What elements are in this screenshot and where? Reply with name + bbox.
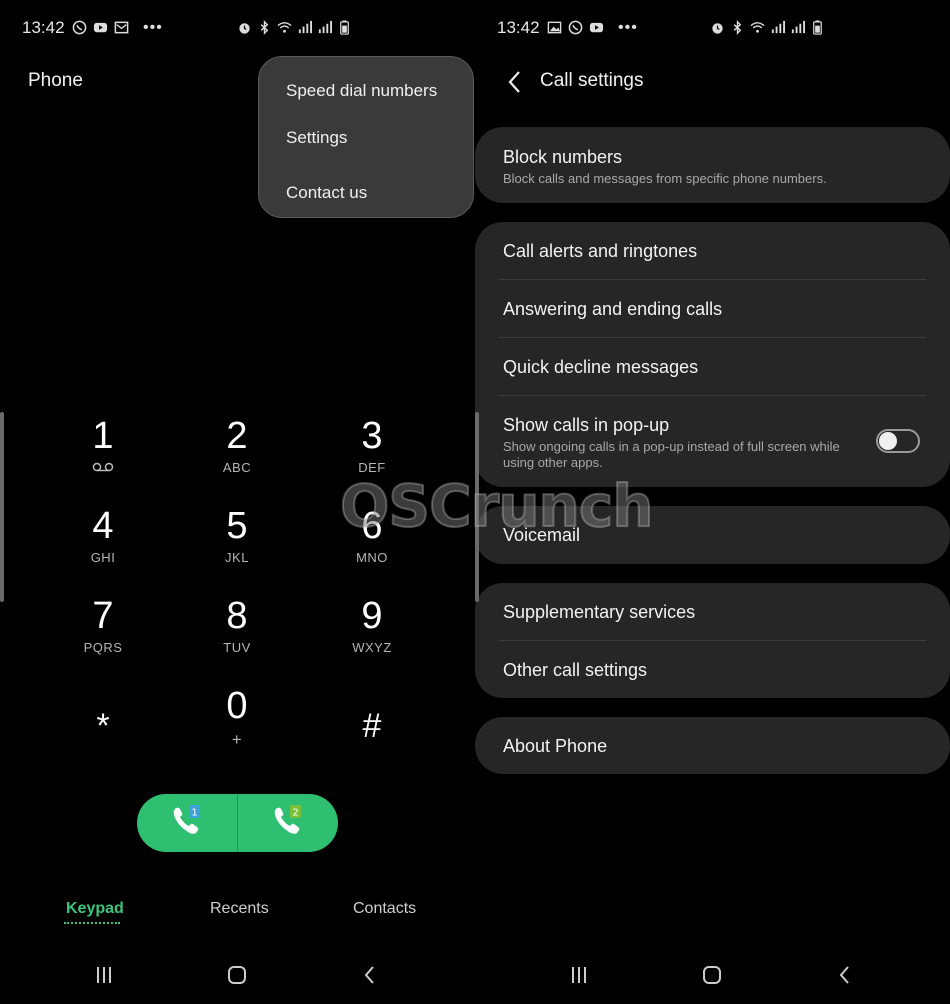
setting-about-phone[interactable]: About Phone — [475, 717, 950, 757]
status-time: 13:42 — [22, 18, 65, 37]
wifi-icon — [277, 20, 292, 35]
key-5[interactable]: 5 JKL — [170, 506, 304, 596]
svg-text:1: 1 — [191, 807, 197, 818]
tab-contacts[interactable]: Contacts — [353, 900, 416, 918]
menu-item-contact-us[interactable]: Contact us — [259, 166, 473, 221]
key-7[interactable]: 7 PQRS — [36, 596, 170, 686]
signal-sim2-icon — [790, 20, 805, 35]
back-arrow-icon[interactable] — [503, 68, 527, 96]
more-notifications-icon: ••• — [618, 19, 638, 36]
phone-sim1-icon: 1 — [167, 801, 207, 846]
home-icon[interactable] — [222, 960, 252, 990]
svg-text:2: 2 — [292, 807, 298, 818]
more-notifications-icon: ••• — [143, 19, 163, 36]
alarm-icon — [237, 20, 252, 35]
recent-apps-icon[interactable] — [564, 960, 594, 990]
bottom-tab-bar: Keypad Recents Contacts — [0, 900, 475, 930]
toggle-knob — [879, 432, 897, 450]
settings-group-about: About Phone — [475, 717, 950, 774]
key-4[interactable]: 4 GHI — [36, 506, 170, 596]
overflow-menu: Speed dial numbers Settings Contact us — [258, 56, 474, 218]
home-icon[interactable] — [697, 960, 727, 990]
key-8[interactable]: 8 TUV — [170, 596, 304, 686]
system-nav-bar — [0, 960, 475, 990]
setting-block-numbers[interactable]: Block numbers Block calls and messages f… — [475, 127, 950, 187]
call-button-group: 1 2 — [137, 794, 338, 852]
settings-group-block: Block numbers Block calls and messages f… — [475, 127, 950, 203]
signal-sim1-icon — [297, 20, 312, 35]
whatsapp-icon — [568, 20, 583, 35]
page-title: Call settings — [540, 70, 644, 91]
key-1[interactable]: 1 — [36, 416, 170, 506]
voicemail-icon — [92, 460, 114, 478]
bluetooth-icon — [730, 20, 745, 35]
battery-icon — [337, 20, 352, 35]
setting-call-alerts[interactable]: Call alerts and ringtones — [475, 222, 950, 280]
call-sim1-button[interactable]: 1 — [137, 794, 237, 852]
mail-icon — [114, 20, 129, 35]
tab-keypad[interactable]: Keypad — [66, 900, 124, 918]
active-tab-indicator — [64, 922, 120, 924]
settings-group-services: Supplementary services Other call settin… — [475, 583, 950, 698]
setting-other-call[interactable]: Other call settings — [475, 641, 950, 698]
status-time: 13:42 — [497, 18, 540, 37]
system-nav-bar — [475, 960, 950, 990]
key-hash[interactable]: # — [305, 686, 439, 776]
setting-answering-ending[interactable]: Answering and ending calls — [475, 280, 950, 338]
key-0[interactable]: 0 + — [170, 686, 304, 776]
signal-sim1-icon — [770, 20, 785, 35]
recent-apps-icon[interactable] — [89, 960, 119, 990]
bluetooth-icon — [257, 20, 272, 35]
menu-item-speed-dial[interactable]: Speed dial numbers — [259, 71, 473, 111]
alarm-icon — [710, 20, 725, 35]
whatsapp-icon — [72, 20, 87, 35]
menu-item-settings[interactable]: Settings — [259, 111, 473, 166]
wifi-icon — [750, 20, 765, 35]
popup-calls-toggle[interactable] — [876, 429, 920, 453]
youtube-icon — [93, 20, 108, 35]
key-2[interactable]: 2 ABC — [170, 416, 304, 506]
battery-icon — [810, 20, 825, 35]
edge-panel-handle[interactable] — [0, 412, 4, 602]
phone-sim2-icon: 2 — [268, 801, 308, 846]
tab-recents[interactable]: Recents — [210, 900, 269, 918]
key-9[interactable]: 9 WXYZ — [305, 596, 439, 686]
back-icon[interactable] — [830, 960, 860, 990]
youtube-icon — [589, 20, 604, 35]
setting-quick-decline[interactable]: Quick decline messages — [475, 338, 950, 396]
gallery-icon — [547, 20, 562, 35]
status-bar: 13:42 ••• — [0, 0, 475, 58]
watermark-logo: OSCrunch — [339, 471, 655, 541]
setting-popup-calls[interactable]: Show calls in pop-up Show ongoing calls … — [475, 396, 950, 471]
back-icon[interactable] — [355, 960, 385, 990]
setting-supplementary[interactable]: Supplementary services — [475, 583, 950, 641]
page-title: Phone — [28, 70, 83, 91]
call-sim2-button[interactable]: 2 — [237, 794, 338, 852]
status-bar: 13:42 ••• — [475, 0, 950, 58]
settings-group-calls: Call alerts and ringtones Answering and … — [475, 222, 950, 487]
signal-sim2-icon — [317, 20, 332, 35]
key-star[interactable]: * — [36, 686, 170, 776]
